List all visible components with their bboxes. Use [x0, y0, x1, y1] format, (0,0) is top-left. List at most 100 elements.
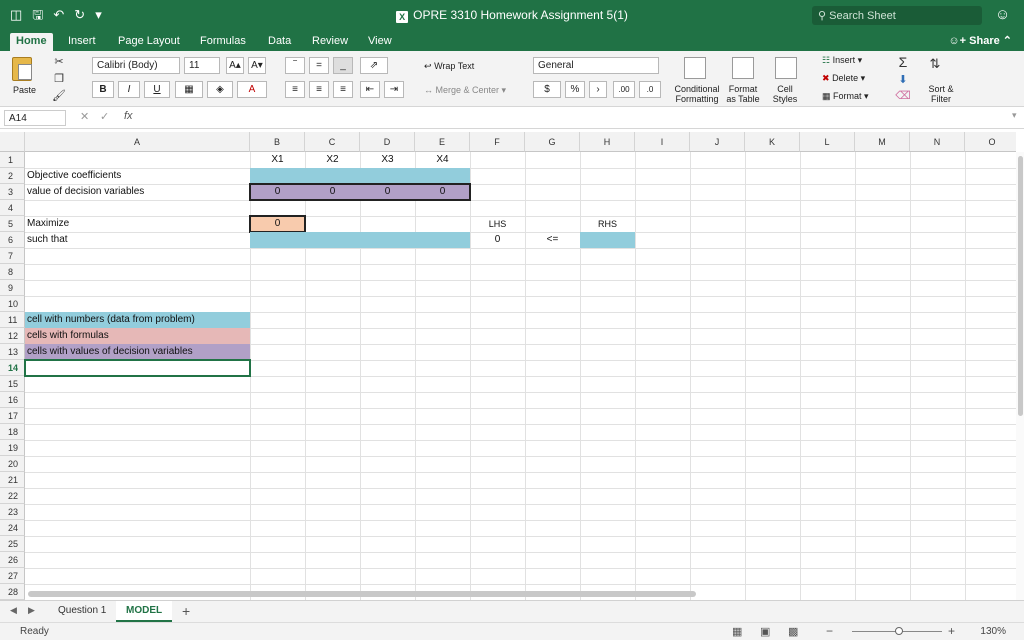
column-header-c[interactable]: C [305, 132, 360, 152]
cell-b6-e6[interactable] [250, 232, 470, 248]
italic-button[interactable]: I [118, 81, 140, 98]
format-as-table-icon[interactable] [732, 57, 754, 79]
row-header-1[interactable]: 1 [0, 152, 25, 168]
redo-icon[interactable]: ↻ [74, 7, 85, 23]
sheet-tab-model[interactable]: MODEL [116, 601, 173, 622]
cancel-icon[interactable]: ✕ [80, 110, 89, 123]
row-header-4[interactable]: 4 [0, 200, 25, 216]
column-header-a[interactable]: A [25, 132, 250, 152]
worksheet-grid[interactable]: A B C D E F G H I J K L M N O 1 2 3 4 5 … [0, 132, 1016, 600]
share-button[interactable]: ☺+ Share ⌃ [948, 34, 1012, 47]
column-header-g[interactable]: G [525, 132, 580, 152]
feedback-smiley-icon[interactable]: ☺ [995, 6, 1010, 23]
font-color-icon[interactable]: A [237, 81, 267, 98]
add-sheet-icon[interactable]: + [182, 603, 190, 619]
cell-styles-icon[interactable] [775, 57, 797, 79]
delete-cells-button[interactable]: ✖ Delete ▾ [822, 73, 865, 84]
font-size-select[interactable]: 11 [184, 57, 220, 74]
increase-indent-icon[interactable]: ⇥ [384, 81, 404, 98]
column-header-l[interactable]: L [800, 132, 855, 152]
row-header-14[interactable]: 14 [0, 360, 25, 376]
row-header-6[interactable]: 6 [0, 232, 25, 248]
wrap-text-button[interactable]: ↩ Wrap Text [424, 61, 474, 72]
borders-icon[interactable]: ▦ [175, 81, 203, 98]
row-header-13[interactable]: 13 [0, 344, 25, 360]
enter-icon[interactable]: ✓ [100, 110, 109, 123]
sort-filter-button[interactable]: Sort & Filter [926, 84, 956, 104]
underline-button[interactable]: U [144, 81, 170, 98]
cell-e1[interactable]: X4 [415, 152, 470, 168]
format-as-table-button[interactable]: Format as Table [724, 84, 762, 104]
vertical-scrollbar[interactable] [1016, 152, 1024, 600]
zoom-slider-knob[interactable] [895, 627, 903, 635]
align-right-icon[interactable]: ≡ [333, 81, 353, 98]
cell-styles-button[interactable]: Cell Styles [770, 84, 800, 104]
cut-icon[interactable]: ✂ [50, 53, 68, 71]
cell-b2-e2[interactable] [250, 168, 470, 184]
cell-a12[interactable]: cells with formulas [25, 328, 250, 344]
row-header-27[interactable]: 27 [0, 568, 25, 584]
cell-a5[interactable]: Maximize [25, 216, 250, 232]
cell-a14-selected[interactable] [24, 359, 251, 377]
customize-toolbar-icon[interactable]: ▾ [95, 7, 102, 23]
column-header-k[interactable]: K [745, 132, 800, 152]
cell-a3[interactable]: value of decision variables [25, 184, 250, 200]
format-cells-button[interactable]: ▦ Format ▾ [822, 91, 869, 102]
column-header-d[interactable]: D [360, 132, 415, 152]
row-header-9[interactable]: 9 [0, 280, 25, 296]
merge-center-button[interactable]: ↔ Merge & Center ▾ [424, 85, 506, 96]
cell-c1[interactable]: X2 [305, 152, 360, 168]
cell-a6[interactable]: such that [25, 232, 250, 248]
prev-sheet-icon[interactable]: ◀ [10, 605, 17, 616]
save-icon[interactable]: 🖫 [32, 7, 43, 23]
horizontal-scroll-thumb[interactable] [28, 591, 696, 597]
row-header-11[interactable]: 11 [0, 312, 25, 328]
cell-b1[interactable]: X1 [250, 152, 305, 168]
formula-input[interactable] [146, 111, 1006, 125]
increase-font-icon[interactable]: A▴ [226, 57, 244, 74]
cell-d1[interactable]: X3 [360, 152, 415, 168]
cell-a13[interactable]: cells with values of decision variables [25, 344, 250, 360]
align-center-icon[interactable]: ≡ [309, 81, 329, 98]
row-header-21[interactable]: 21 [0, 472, 25, 488]
search-sheet-input[interactable]: ⚲ Search Sheet [812, 6, 982, 25]
cell-f6[interactable]: 0 [470, 232, 525, 248]
increase-decimal-button[interactable]: .00 [613, 81, 635, 98]
conditional-formatting-button[interactable]: Conditional Formatting [674, 84, 720, 104]
cell-e3[interactable]: 0 [415, 184, 470, 200]
cell-a2[interactable]: Objective coefficients [25, 168, 250, 184]
clear-icon[interactable]: ⌫ [894, 87, 912, 105]
align-top-icon[interactable]: ‾ [285, 57, 305, 74]
row-header-26[interactable]: 26 [0, 552, 25, 568]
row-header-18[interactable]: 18 [0, 424, 25, 440]
comma-button[interactable]: › [589, 81, 607, 98]
tab-insert[interactable]: Insert [62, 33, 102, 51]
row-header-23[interactable]: 23 [0, 504, 25, 520]
paste-icon[interactable] [12, 57, 32, 81]
function-icon[interactable]: fx [124, 110, 133, 122]
align-left-icon[interactable]: ≡ [285, 81, 305, 98]
name-box[interactable]: A14 [4, 110, 66, 126]
vertical-scroll-thumb[interactable] [1018, 156, 1023, 416]
row-header-12[interactable]: 12 [0, 328, 25, 344]
tab-home[interactable]: Home [10, 33, 53, 51]
fill-color-icon[interactable]: ◈ [207, 81, 233, 98]
column-header-e[interactable]: E [415, 132, 470, 152]
paste-label[interactable]: Paste [13, 85, 36, 95]
row-header-17[interactable]: 17 [0, 408, 25, 424]
row-header-24[interactable]: 24 [0, 520, 25, 536]
bold-button[interactable]: B [92, 81, 114, 98]
row-header-3[interactable]: 3 [0, 184, 25, 200]
row-header-20[interactable]: 20 [0, 456, 25, 472]
tab-formulas[interactable]: Formulas [194, 33, 252, 51]
cell-h6[interactable] [580, 232, 635, 248]
format-painter-icon[interactable]: 🖌 [50, 87, 68, 105]
zoom-level[interactable]: 130% [980, 626, 1006, 637]
currency-button[interactable]: $ [533, 81, 561, 98]
orientation-icon[interactable]: ⇗ [360, 57, 388, 74]
row-header-22[interactable]: 22 [0, 488, 25, 504]
cell-b3[interactable]: 0 [250, 184, 305, 200]
row-header-25[interactable]: 25 [0, 536, 25, 552]
tab-review[interactable]: Review [306, 33, 354, 51]
font-name-select[interactable]: Calibri (Body) [92, 57, 180, 74]
